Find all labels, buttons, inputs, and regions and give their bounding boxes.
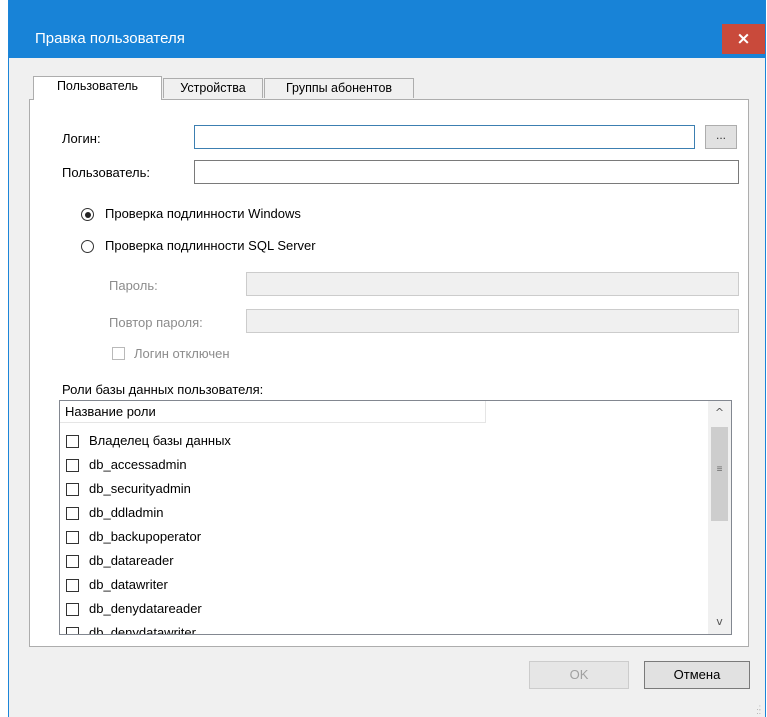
list-item[interactable]: Владелец базы данных bbox=[66, 430, 466, 453]
role-checkbox[interactable] bbox=[66, 627, 79, 634]
password-input[interactable] bbox=[246, 272, 739, 296]
list-item[interactable]: db_accessadmin bbox=[66, 454, 466, 477]
role-checkbox[interactable] bbox=[66, 507, 79, 520]
list-item[interactable]: db_backupoperator bbox=[66, 526, 466, 549]
scroll-up-icon[interactable]: ^ bbox=[708, 403, 731, 423]
role-checkbox[interactable] bbox=[66, 579, 79, 592]
tab-subscriber-groups[interactable]: Группы абонентов bbox=[264, 78, 414, 98]
auth-sql-radio[interactable] bbox=[81, 240, 94, 253]
cancel-button[interactable]: Отмена bbox=[644, 661, 750, 689]
role-checkbox[interactable] bbox=[66, 531, 79, 544]
list-item[interactable]: db_securityadmin bbox=[66, 478, 466, 501]
role-name: Владелец базы данных bbox=[89, 433, 231, 448]
auth-windows-radio[interactable] bbox=[81, 208, 94, 221]
list-item[interactable]: db_denydatareader bbox=[66, 598, 466, 621]
confirm-password-label: Повтор пароля: bbox=[109, 315, 203, 330]
role-name: db_denydatawriter bbox=[89, 625, 196, 635]
list-item[interactable]: db_denydatawriter bbox=[66, 622, 466, 635]
close-button[interactable]: × bbox=[722, 24, 765, 54]
roles-section-label: Роли базы данных пользователя: bbox=[62, 382, 264, 397]
roles-scrollbar[interactable]: ^ ≡ v bbox=[708, 401, 731, 634]
role-name: db_backupoperator bbox=[89, 529, 202, 544]
role-checkbox[interactable] bbox=[66, 483, 79, 496]
auth-windows-label[interactable]: Проверка подлинности Windows bbox=[105, 206, 301, 222]
role-name: db_datareader bbox=[89, 553, 174, 568]
resize-grip-icon[interactable]: .:.: bbox=[757, 704, 761, 716]
tab-user[interactable]: Пользователь bbox=[33, 76, 162, 100]
role-name: db_securityadmin bbox=[89, 481, 191, 496]
role-checkbox[interactable] bbox=[66, 435, 79, 448]
scroll-down-icon[interactable]: v bbox=[708, 612, 731, 632]
browse-login-button[interactable]: ... bbox=[705, 125, 737, 149]
auth-sql-label[interactable]: Проверка подлинности SQL Server bbox=[105, 238, 316, 254]
ok-button[interactable]: OK bbox=[529, 661, 629, 689]
list-item[interactable]: db_ddladmin bbox=[66, 502, 466, 525]
role-name: db_datawriter bbox=[89, 577, 168, 592]
role-checkbox[interactable] bbox=[66, 603, 79, 616]
confirm-password-input[interactable] bbox=[246, 309, 739, 333]
grip-icon: ≡ bbox=[716, 464, 723, 475]
role-name: db_denydatareader bbox=[89, 601, 202, 616]
login-input[interactable] bbox=[194, 125, 695, 149]
roles-list[interactable]: Название роли Владелец базы данных db_ac… bbox=[59, 400, 732, 635]
login-label: Логин: bbox=[62, 131, 101, 146]
role-name: db_accessadmin bbox=[89, 457, 187, 472]
list-item[interactable]: db_datawriter bbox=[66, 574, 466, 597]
role-checkbox[interactable] bbox=[66, 459, 79, 472]
user-label: Пользователь: bbox=[62, 165, 150, 180]
role-name: db_ddladmin bbox=[89, 505, 164, 520]
role-name-column-header[interactable]: Название роли bbox=[60, 401, 486, 423]
login-disabled-checkbox[interactable] bbox=[112, 347, 125, 360]
tab-panel-user: Логин: ... Пользователь: Проверка подлин… bbox=[29, 99, 749, 647]
title-bar[interactable]: Правка пользователя × bbox=[9, 0, 765, 58]
password-label: Пароль: bbox=[109, 278, 158, 293]
dialog-title: Правка пользователя bbox=[35, 30, 185, 47]
scroll-thumb[interactable]: ≡ bbox=[711, 427, 728, 521]
user-input[interactable] bbox=[194, 160, 739, 184]
list-item[interactable]: db_datareader bbox=[66, 550, 466, 573]
tab-devices[interactable]: Устройства bbox=[163, 78, 263, 98]
login-disabled-label: Логин отключен bbox=[134, 346, 230, 361]
role-checkbox[interactable] bbox=[66, 555, 79, 568]
close-icon: × bbox=[736, 29, 751, 49]
